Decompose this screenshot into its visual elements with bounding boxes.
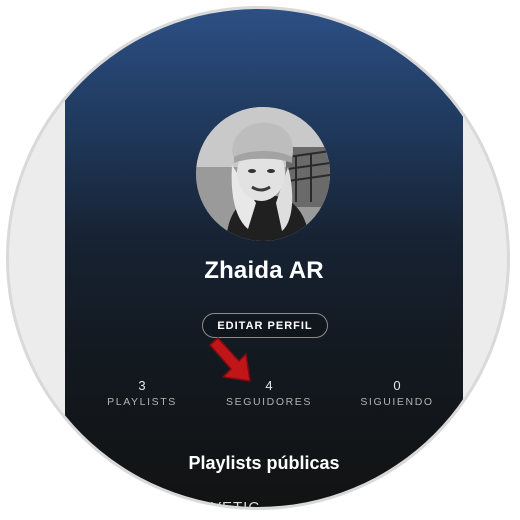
playlists-count: 3 — [138, 378, 146, 393]
avatar[interactable] — [196, 107, 330, 241]
playlist-item-partial[interactable]: VETIC — [211, 499, 260, 507]
edit-profile-button[interactable]: EDITAR PERFIL — [202, 313, 328, 338]
playlists-label: PLAYLISTS — [107, 396, 177, 408]
stat-playlists[interactable]: 3 PLAYLISTS — [82, 378, 202, 408]
profile-name: Zhaida AR — [204, 257, 324, 284]
red-arrow-icon — [206, 337, 256, 390]
profile-photo — [196, 107, 330, 241]
stat-following[interactable]: 0 SIGUIENDO — [337, 378, 457, 408]
public-playlists-heading: Playlists públicas — [188, 453, 340, 473]
following-label: SIGUIENDO — [360, 396, 434, 408]
screenshot-stage: Zhaida AR EDITAR PERFIL 3 PLAYLISTS 4 SE… — [0, 0, 520, 520]
following-count: 0 — [393, 378, 401, 393]
circular-frame: Zhaida AR EDITAR PERFIL 3 PLAYLISTS 4 SE… — [6, 6, 510, 510]
followers-label: SEGUIDORES — [225, 396, 312, 408]
profile-screen: Zhaida AR EDITAR PERFIL 3 PLAYLISTS 4 SE… — [65, 9, 463, 507]
